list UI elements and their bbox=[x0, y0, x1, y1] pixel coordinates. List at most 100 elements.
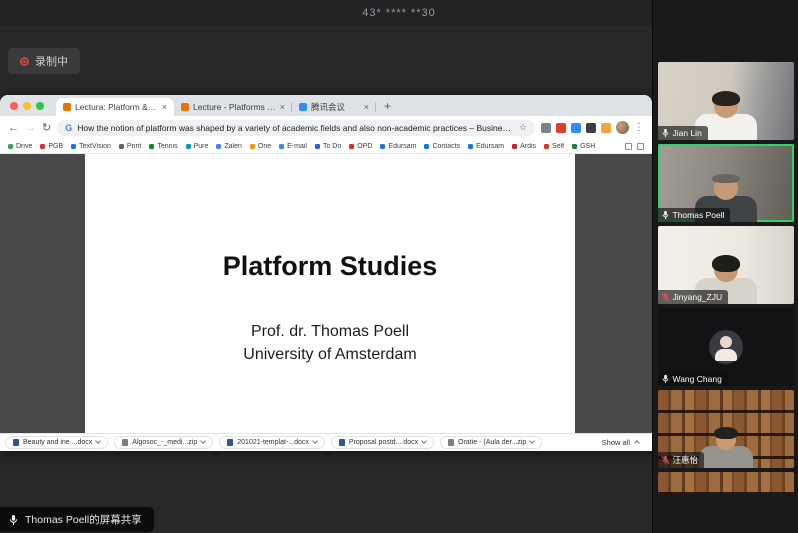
bookmark-label: GSH bbox=[580, 143, 595, 150]
participant-avatar bbox=[709, 330, 743, 364]
bookmark-item[interactable]: PGB bbox=[40, 143, 63, 150]
bookmark-favicon bbox=[380, 144, 385, 149]
extension-icon-2[interactable] bbox=[556, 123, 566, 133]
tab-close-icon[interactable]: × bbox=[364, 102, 369, 112]
participant-name: Thomas Poell bbox=[673, 210, 725, 220]
download-item[interactable]: Oratie - (Aula der...zip bbox=[440, 436, 542, 449]
window-controls bbox=[10, 102, 44, 110]
chevron-down-icon[interactable] bbox=[200, 438, 206, 444]
participant-tile[interactable]: Thomas Poell bbox=[658, 144, 794, 222]
bookmark-item[interactable]: OPD bbox=[349, 143, 372, 150]
mic-on-icon bbox=[661, 374, 670, 384]
download-item[interactable]: Algosoc_-_medi...zip bbox=[114, 436, 213, 449]
minimize-window-icon[interactable] bbox=[23, 102, 31, 110]
tab-title: 腾讯会议 bbox=[311, 101, 360, 113]
participant-name: 汪惠怡 bbox=[673, 454, 699, 466]
download-filename: Algosoc_-_medi...zip bbox=[132, 439, 197, 446]
bookmark-item[interactable]: Tennis bbox=[149, 143, 177, 150]
download-item[interactable]: Beauty and ine....docx bbox=[5, 436, 108, 449]
browser-menu-icon[interactable]: ⋮ bbox=[634, 122, 644, 133]
file-icon bbox=[448, 439, 454, 446]
bookmark-label: PGB bbox=[48, 143, 63, 150]
bookmark-favicon bbox=[349, 144, 354, 149]
chevron-down-icon[interactable] bbox=[421, 438, 427, 444]
bookmark-item[interactable]: Print bbox=[119, 143, 141, 150]
extension-icon-3[interactable] bbox=[571, 123, 581, 133]
back-icon[interactable]: ← bbox=[8, 122, 19, 134]
bookmark-item[interactable]: GSH bbox=[572, 143, 595, 150]
new-tab-button[interactable]: + bbox=[384, 99, 391, 113]
participant-tile-partial[interactable] bbox=[658, 472, 794, 494]
participant-tile[interactable]: Jian Lin bbox=[658, 62, 794, 140]
show-all-downloads[interactable]: Show all bbox=[602, 438, 647, 447]
presentation-slide: Platform Studies Prof. dr. Thomas Poell … bbox=[85, 154, 575, 433]
chevron-down-icon[interactable] bbox=[312, 438, 318, 444]
browser-tab-1[interactable]: Lectura: Platform & App Studies × bbox=[56, 98, 174, 116]
bookmark-item[interactable]: Zalen bbox=[216, 143, 242, 150]
tab-favicon bbox=[181, 103, 189, 111]
shared-browser-window: Lectura: Platform & App Studies × Lectur… bbox=[0, 95, 652, 451]
participant-name-badge: Jian Lin bbox=[658, 126, 708, 140]
chevron-down-icon[interactable] bbox=[529, 438, 535, 444]
participant-name: Jinyang_ZJU bbox=[673, 292, 723, 302]
forward-icon[interactable]: → bbox=[25, 122, 36, 134]
bookmark-item[interactable]: To Do bbox=[315, 143, 341, 150]
bookmark-favicon bbox=[149, 144, 154, 149]
file-icon bbox=[339, 439, 345, 446]
reload-icon[interactable]: ↻ bbox=[42, 121, 51, 134]
tab-close-icon[interactable]: × bbox=[280, 102, 285, 112]
side-panel-icon[interactable] bbox=[637, 143, 644, 150]
profile-avatar[interactable] bbox=[616, 121, 629, 134]
bookmark-item[interactable]: TextVision bbox=[71, 143, 111, 150]
extension-icon-5[interactable] bbox=[601, 123, 611, 133]
browser-tab-3[interactable]: 腾讯会议 × bbox=[292, 98, 376, 116]
bookmark-star-icon[interactable]: ☆ bbox=[519, 122, 527, 133]
tab-close-icon[interactable]: × bbox=[162, 102, 167, 112]
share-label-text: Thomas Poell的屏幕共享 bbox=[25, 512, 142, 527]
download-item[interactable]: 201021-templat-...docx bbox=[219, 436, 325, 449]
download-item[interactable]: Proposal postd....docx bbox=[331, 436, 434, 449]
bookmark-item[interactable]: Edursam bbox=[380, 143, 416, 150]
bookmark-item[interactable]: Drive bbox=[8, 143, 32, 150]
bookmark-label: Edursam bbox=[476, 143, 504, 150]
bookmark-item[interactable]: Edursam bbox=[468, 143, 504, 150]
bookmark-favicon bbox=[279, 144, 284, 149]
participants-panel: Jian Lin Thomas Poell Jinyang_ZJU bbox=[652, 0, 798, 533]
maximize-window-icon[interactable] bbox=[36, 102, 44, 110]
slide-subtitle-2: University of Amsterdam bbox=[243, 343, 416, 366]
bookmark-label: Edursam bbox=[388, 143, 416, 150]
extension-icon-1[interactable] bbox=[541, 123, 551, 133]
bookmark-favicon bbox=[216, 144, 221, 149]
participant-tile[interactable]: 汪惠怡 bbox=[658, 390, 794, 468]
bookmark-item[interactable]: Ardis bbox=[512, 143, 536, 150]
reading-list-icon[interactable] bbox=[625, 143, 632, 150]
google-favicon: G bbox=[65, 123, 72, 133]
browser-toolbar: ← → ↻ G How the notion of platform was s… bbox=[0, 116, 652, 139]
address-text: How the notion of platform was shaped by… bbox=[77, 123, 514, 133]
extensions-area: ⋮ bbox=[541, 121, 644, 134]
address-bar[interactable]: G How the notion of platform was shaped … bbox=[57, 120, 535, 136]
bookmark-item[interactable]: Pure bbox=[186, 143, 209, 150]
downloads-bar: Beauty and ine....docx Algosoc_-_medi...… bbox=[0, 433, 652, 450]
bookmark-label: Zalen bbox=[224, 143, 242, 150]
zoom-window: 43* **** **30 录制中 Lectura: Platform & Ap… bbox=[0, 0, 798, 533]
mic-icon bbox=[8, 514, 19, 526]
chevron-down-icon[interactable] bbox=[95, 438, 101, 444]
participant-tile[interactable]: Wang Chang bbox=[658, 308, 794, 386]
bookmark-favicon bbox=[544, 144, 549, 149]
browser-tab-2[interactable]: Lecture - Platforms as Markets × bbox=[174, 98, 292, 116]
download-filename: Beauty and ine....docx bbox=[23, 439, 92, 446]
bookmarks-bar-right bbox=[625, 143, 644, 150]
participant-tile[interactable]: Jinyang_ZJU bbox=[658, 226, 794, 304]
extension-icon-4[interactable] bbox=[586, 123, 596, 133]
bookmark-item[interactable]: E-mail bbox=[279, 143, 307, 150]
bookmark-item[interactable]: Self bbox=[544, 143, 564, 150]
mic-on-icon bbox=[661, 128, 670, 138]
close-window-icon[interactable] bbox=[10, 102, 18, 110]
bookmark-favicon bbox=[71, 144, 76, 149]
bookmark-item[interactable]: One bbox=[250, 143, 271, 150]
bookmark-item[interactable]: Contacts bbox=[424, 143, 460, 150]
bookmark-favicon bbox=[512, 144, 517, 149]
chevron-up-icon bbox=[634, 440, 640, 446]
recording-indicator[interactable]: 录制中 bbox=[8, 48, 80, 74]
